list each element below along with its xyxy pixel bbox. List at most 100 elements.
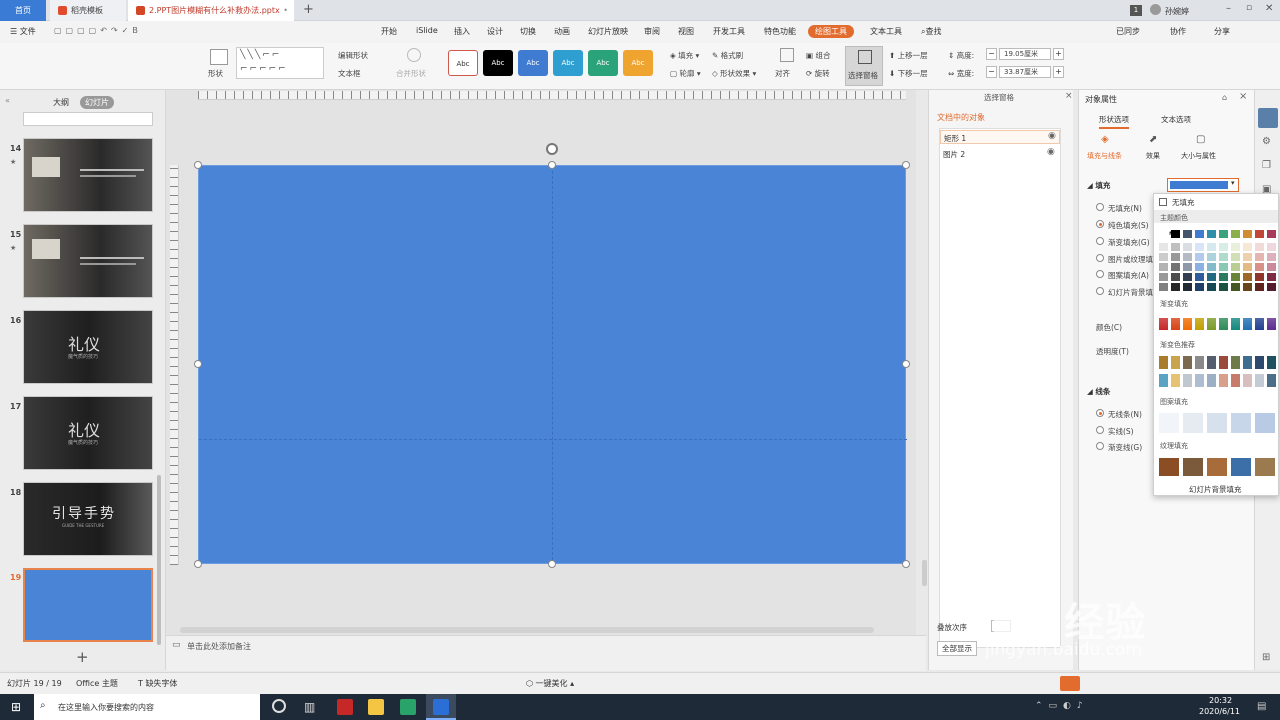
theme-color-swatch[interactable] (1207, 273, 1216, 281)
align-button[interactable]: 对齐 (775, 68, 790, 79)
pattern-swatch[interactable] (1159, 413, 1179, 433)
theme-color-swatch[interactable] (1255, 243, 1264, 251)
collab-button[interactable]: 协作 (1170, 26, 1186, 37)
share-button[interactable]: 分享 (1214, 26, 1230, 37)
subtab-size[interactable]: 大小与属性 (1181, 151, 1216, 161)
app-icon-red[interactable] (337, 699, 353, 715)
fill-color-dropdown[interactable]: ▾ (1167, 178, 1239, 192)
theme-color-swatch[interactable] (1267, 253, 1276, 261)
eye-icon[interactable]: ◉ (1048, 131, 1056, 141)
theme-color-swatch[interactable] (1255, 263, 1264, 271)
slides-tab[interactable]: 幻灯片 (80, 96, 114, 109)
gradient-recommend-swatch[interactable] (1219, 374, 1228, 387)
texture-swatch[interactable] (1255, 458, 1275, 476)
theme-color-swatch[interactable] (1183, 243, 1192, 251)
taskbar-search-box[interactable]: ⌕ 在这里输入你要搜索的内容 (34, 694, 260, 720)
style-preset-orange[interactable]: Abc (623, 50, 653, 76)
gradient-recommend-swatch[interactable] (1171, 356, 1180, 369)
theme-color-swatch[interactable] (1243, 263, 1252, 271)
theme-color-swatch[interactable] (1159, 273, 1168, 281)
menu-start[interactable]: 开始 (381, 26, 397, 37)
windows-start-icon[interactable]: ⊞ (11, 700, 21, 714)
bring-forward-button[interactable]: ⬆ 上移一层 (889, 50, 928, 61)
theme-color-swatch[interactable] (1255, 273, 1264, 281)
style-preset-black[interactable]: Abc (483, 50, 513, 76)
menu-slideshow[interactable]: 幻灯片放映 (588, 26, 628, 37)
gradient-recommend-swatch[interactable] (1195, 356, 1204, 369)
shape-effect-button[interactable]: ◇ 形状效果 ▾ (712, 68, 756, 79)
pattern-swatch[interactable] (1183, 413, 1203, 433)
subtab-fill-line[interactable]: 填充与线条 (1087, 151, 1122, 161)
theme-color-swatch[interactable] (1171, 253, 1180, 261)
theme-color-swatch[interactable] (1243, 243, 1252, 251)
task-view-icon[interactable]: ▥ (304, 700, 315, 714)
outline-tab[interactable]: 大纲 (53, 97, 69, 108)
radio-solid-line[interactable] (1096, 426, 1104, 434)
theme-color-swatch[interactable] (1231, 253, 1240, 261)
menu-view[interactable]: 视图 (678, 26, 694, 37)
theme-color-swatch[interactable] (1183, 283, 1192, 291)
search-button[interactable]: ⌕查找 (921, 26, 941, 37)
theme-color-swatch[interactable] (1255, 283, 1264, 291)
menu-transition[interactable]: 切换 (520, 26, 536, 37)
radio-slide-bg-fill[interactable] (1096, 287, 1104, 295)
theme-color-swatch[interactable] (1255, 253, 1264, 261)
resize-handle[interactable] (194, 560, 202, 568)
thumb-slide-15[interactable] (23, 224, 153, 298)
gradient-swatch[interactable] (1195, 318, 1204, 330)
menu-design[interactable]: 设计 (487, 26, 503, 37)
height-decrease[interactable]: − (986, 48, 997, 60)
theme-color-swatch[interactable] (1267, 230, 1276, 238)
gradient-swatch[interactable] (1267, 318, 1276, 330)
tab-home[interactable]: 首页 (0, 0, 46, 21)
gradient-recommend-swatch[interactable] (1195, 374, 1204, 387)
send-backward-button[interactable]: ⬇ 下移一层 (889, 68, 928, 79)
quick-access-icons[interactable]: ▢▢▢▢↶↷✓B (54, 26, 142, 35)
gradient-swatch[interactable] (1159, 318, 1168, 330)
pattern-swatch[interactable] (1255, 413, 1275, 433)
theme-color-swatch[interactable] (1171, 263, 1180, 271)
theme-color-swatch[interactable] (1219, 273, 1228, 281)
theme-color-swatch[interactable] (1183, 263, 1192, 271)
theme-color-swatch[interactable] (1231, 273, 1240, 281)
thumb-slide-13-partial[interactable] (23, 112, 153, 126)
collapse-panel-icon[interactable]: « (5, 96, 10, 105)
gradient-recommend-swatch[interactable] (1183, 374, 1192, 387)
theme-color-swatch[interactable] (1171, 230, 1180, 238)
menu-animation[interactable]: 动画 (554, 26, 570, 37)
theme-color-swatch[interactable] (1171, 283, 1180, 291)
resize-handle[interactable] (902, 161, 910, 169)
theme-color-swatch[interactable] (1267, 283, 1276, 291)
width-increase[interactable]: + (1053, 66, 1064, 78)
menu-review[interactable]: 审阅 (644, 26, 660, 37)
gradient-recommend-swatch[interactable] (1207, 374, 1216, 387)
style-preset-white[interactable]: Abc (448, 50, 478, 76)
thumb-slide-16[interactable]: 礼仪 魔气质的技巧 (23, 310, 153, 384)
notes-area[interactable]: ▭ 单击此处添加备注 (166, 635, 926, 671)
theme-color-swatch[interactable] (1219, 283, 1228, 291)
gradient-recommend-swatch[interactable] (1171, 374, 1180, 387)
slide-bg-fill-option[interactable]: 幻灯片背景填充 (1189, 484, 1242, 495)
theme-color-swatch[interactable] (1159, 243, 1168, 251)
minimize-icon[interactable]: – (1226, 3, 1231, 14)
gradient-recommend-swatch[interactable] (1207, 356, 1216, 369)
fill-button[interactable]: ◈ 填充 ▾ (670, 50, 699, 61)
close-window-icon[interactable]: ✕ (1265, 3, 1273, 14)
gradient-recommend-swatch[interactable] (1243, 374, 1252, 387)
radio-no-fill[interactable] (1096, 203, 1104, 211)
theme-color-swatch[interactable] (1183, 273, 1192, 281)
gradient-recommend-swatch[interactable] (1183, 356, 1192, 369)
theme-color-swatch[interactable] (1195, 263, 1204, 271)
menu-developer[interactable]: 开发工具 (713, 26, 745, 37)
theme-color-swatch[interactable] (1159, 253, 1168, 261)
file-menu[interactable]: ☰ 文件 (10, 26, 36, 37)
thumb-scrollbar[interactable] (157, 475, 161, 645)
theme-color-swatch[interactable] (1207, 263, 1216, 271)
line-section-header[interactable]: ◢ 线条 (1087, 386, 1110, 397)
theme-color-swatch[interactable] (1255, 230, 1264, 238)
texture-swatch[interactable] (1207, 458, 1227, 476)
theme-color-swatch[interactable] (1171, 243, 1180, 251)
slide-canvas-rectangle[interactable] (198, 165, 907, 565)
object-item-rect1[interactable]: 矩形 1 ◉ (940, 130, 1060, 144)
gradient-swatch[interactable] (1255, 318, 1264, 330)
